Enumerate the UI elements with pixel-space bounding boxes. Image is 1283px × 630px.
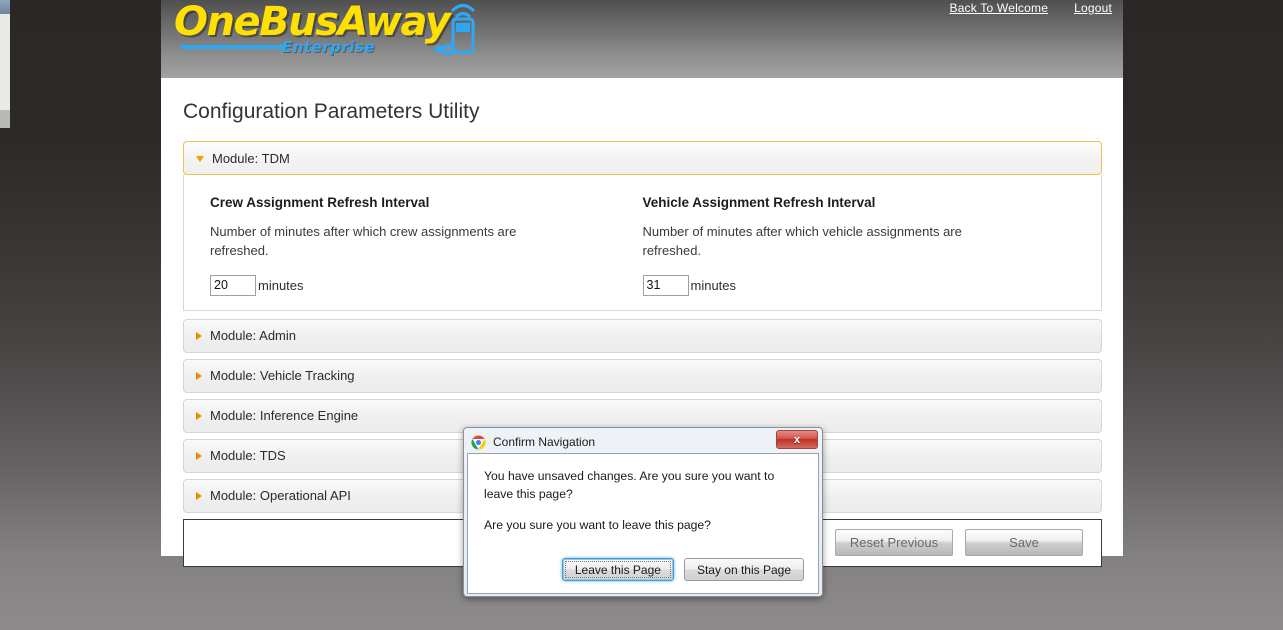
onebusaway-logo[interactable]: OneBusAway Enterprise xyxy=(174,0,475,64)
accordion-header-tdm[interactable]: Module: TDM xyxy=(183,141,1102,175)
logo-wordmark: OneBusAway xyxy=(174,0,451,45)
logo-underline-rule xyxy=(180,45,284,49)
close-icon[interactable]: x xyxy=(776,430,818,449)
page-title: Configuration Parameters Utility xyxy=(183,100,480,123)
back-to-welcome-link[interactable]: Back To Welcome xyxy=(949,1,1048,15)
window-edge-sliver-body xyxy=(0,14,10,110)
dialog-message-primary: You have unsaved changes. Are you sure y… xyxy=(484,469,775,501)
leave-this-page-button[interactable]: Leave this Page xyxy=(561,558,674,581)
chevron-down-icon xyxy=(196,156,204,162)
chrome-icon xyxy=(471,434,486,450)
dialog-button-row: Leave this Page Stay on this Page xyxy=(561,558,804,581)
dialog-title: Confirm Navigation xyxy=(493,435,596,449)
site-header: Back To Welcome Logout OneBusAway Enterp… xyxy=(161,0,1123,78)
accordion-label-admin: Module: Admin xyxy=(210,328,296,344)
logo-subtitle: Enterprise xyxy=(282,38,376,56)
accordion-header-admin[interactable]: Module: Admin xyxy=(183,318,1102,353)
header-links: Back To Welcome Logout xyxy=(949,1,1112,15)
confirm-navigation-dialog: Confirm Navigation x You have unsaved ch… xyxy=(463,427,823,597)
dialog-body: You have unsaved changes. Are you sure y… xyxy=(467,453,819,594)
parameter-description: Number of minutes after which vehicle as… xyxy=(642,224,962,258)
chevron-right-icon xyxy=(196,451,202,460)
accordion-header-vehicle-tracking[interactable]: Module: Vehicle Tracking xyxy=(183,358,1102,393)
accordion-label-tds: Module: TDS xyxy=(210,448,286,464)
parameter-vehicle-assignment-refresh-interval: Vehicle Assignment Refresh Interval Numb… xyxy=(642,195,1076,296)
accordion-label-operational-api: Module: Operational API xyxy=(210,488,351,504)
vehicle-refresh-interval-input[interactable] xyxy=(642,274,689,296)
chevron-right-icon xyxy=(196,371,202,380)
reset-previous-button[interactable]: Reset Previous xyxy=(835,529,953,557)
bus-icon xyxy=(433,3,475,56)
accordion-panel-tdm: Crew Assignment Refresh Interval Number … xyxy=(183,175,1102,311)
logout-link[interactable]: Logout xyxy=(1074,1,1112,15)
vehicle-refresh-interval-unit: minutes xyxy=(690,277,737,293)
accordion-label-vehicle-tracking: Module: Vehicle Tracking xyxy=(210,368,355,384)
window-edge-sliver-top xyxy=(0,0,10,14)
chevron-right-icon xyxy=(196,411,202,420)
stay-on-this-page-button[interactable]: Stay on this Page xyxy=(683,558,804,581)
parameter-crew-assignment-refresh-interval: Crew Assignment Refresh Interval Number … xyxy=(210,195,643,296)
parameter-title: Vehicle Assignment Refresh Interval xyxy=(642,195,876,210)
parameter-title: Crew Assignment Refresh Interval xyxy=(210,195,430,210)
window-edge-sliver-foot xyxy=(0,110,10,128)
crew-refresh-interval-input[interactable] xyxy=(210,274,256,296)
chevron-right-icon xyxy=(196,331,202,340)
accordion-label-tdm: Module: TDM xyxy=(212,150,290,166)
close-glyph: x xyxy=(793,433,801,446)
parameter-description: Number of minutes after which crew assig… xyxy=(210,224,517,258)
save-button[interactable]: Save xyxy=(965,529,1083,557)
dialog-titlebar: Confirm Navigation x xyxy=(467,430,819,453)
chevron-right-icon xyxy=(196,491,202,500)
accordion-label-inference-engine: Module: Inference Engine xyxy=(210,408,359,424)
crew-refresh-interval-unit: minutes xyxy=(258,277,304,293)
dialog-message-secondary: Are you sure you want to leave this page… xyxy=(484,518,711,533)
